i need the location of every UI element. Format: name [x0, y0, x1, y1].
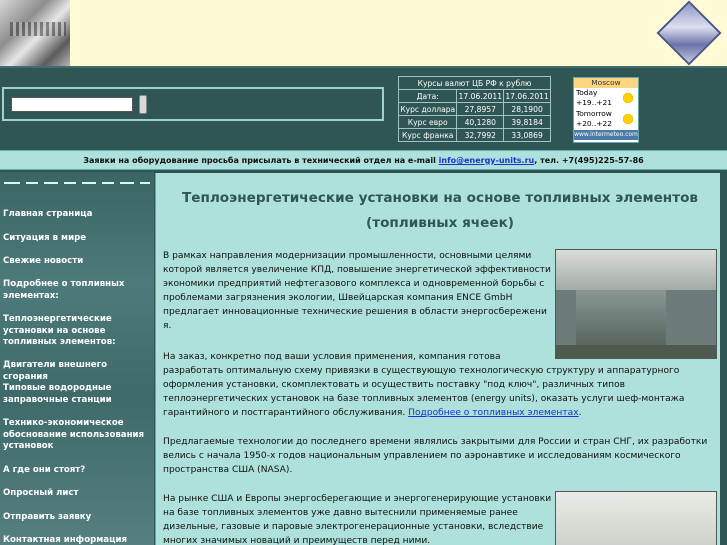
- text-line: я.: [163, 321, 172, 331]
- banner-photo-fuel-cell: [656, 0, 724, 66]
- rate-value-1: 27,8957: [456, 102, 505, 116]
- text-line: Предлагаемые технологии до последнего вр…: [163, 437, 708, 447]
- weather-widget[interactable]: Moscow Today +19..+21 Tomorrow +20..+22 …: [573, 77, 639, 143]
- text-line: На рынке США и Европы энергосберегающие …: [163, 494, 552, 504]
- text-line: на базе топливных элементов уже давно вы…: [163, 508, 518, 518]
- search-box: [2, 87, 384, 121]
- search-input[interactable]: [11, 97, 133, 112]
- rate-row-label: Курс доллара: [397, 102, 458, 116]
- sidebar-item-hydrogen-stations[interactable]: Типовые водородные заправочные станции: [3, 383, 151, 406]
- sidebar-item-send-request[interactable]: Отправить заявку: [3, 512, 151, 524]
- sidebar-item-fuel-cells[interactable]: Подробнее о топливных элементах:: [3, 279, 151, 302]
- rate-row-label: Курс франка: [397, 128, 458, 142]
- rates-title: Курсы валют ЦБ РФ к рублю: [398, 76, 551, 90]
- sidebar-item-external-combustion[interactable]: Двигатели внешнего сгорания: [3, 360, 151, 383]
- rate-row-label: Курс евро: [397, 115, 458, 129]
- rate-value-2: 33,0869: [503, 128, 551, 142]
- sidebar-item-locations[interactable]: А где они стоят?: [3, 465, 151, 477]
- fuel-cell-unit-photo: [555, 249, 717, 359]
- rate-value-2: 28,1900: [503, 102, 551, 116]
- banner-photo-industrial: [0, 0, 70, 66]
- text-line: На заказ, конкретно под ваши условия при…: [163, 352, 501, 362]
- contact-notice: Заявки на оборудование просьба присылать…: [0, 150, 727, 170]
- currency-rates-table: Курсы валют ЦБ РФ к рублю Дата: 17.06.20…: [397, 76, 551, 142]
- search-button[interactable]: [139, 95, 147, 114]
- sidebar-item-home[interactable]: Главная страница: [3, 209, 151, 221]
- page-title-line-1: Теплоэнергетические установки на основе …: [181, 190, 699, 206]
- paragraph-offer: На заказ, конкретно под ваши условия при…: [163, 350, 719, 420]
- page-title: Теплоэнергетические установки на основе …: [156, 186, 720, 236]
- text-line: В рамках направления модернизации промыш…: [163, 251, 532, 261]
- rates-date-2: 17.06.2011: [503, 89, 551, 103]
- top-banner: [0, 0, 727, 68]
- notice-phone: , тел. +7(495)225-57-86: [534, 156, 644, 165]
- rates-date-1: 17.06.2011: [456, 89, 505, 103]
- notice-text: Заявки на оборудование просьба присылать…: [83, 156, 439, 165]
- fuel-cells-more-link[interactable]: Подробнее о топливных элементах: [408, 408, 578, 418]
- text-line: гарантийного и постгарантийного обслужив…: [163, 406, 719, 420]
- text-line: предлагает инновационные технические реш…: [163, 307, 547, 317]
- text-segment: гарантийного и постгарантийного обслужив…: [163, 408, 406, 418]
- sidebar-item-thermal-units[interactable]: Теплоэнергетические установки на основе …: [3, 314, 151, 349]
- sidebar-item-contacts[interactable]: Контактная информация: [3, 535, 151, 545]
- page-title-line-2: (топливных ячеек): [365, 215, 515, 231]
- sidebar-nav: Главная страница Ситуация в мире Свежие …: [0, 172, 154, 545]
- sidebar-item-questionnaire[interactable]: Опросный лист: [3, 488, 151, 500]
- installation-photo: [555, 491, 717, 545]
- paragraph-market: На рынке США и Европы энергосберегающие …: [163, 492, 555, 545]
- weather-tomorrow: Tomorrow +20..+22: [574, 109, 638, 130]
- sidebar-item-world-situation[interactable]: Ситуация в мире: [3, 233, 151, 245]
- weather-city: Moscow: [574, 78, 638, 88]
- notice-email-link[interactable]: info@energy-units.ru: [439, 156, 535, 165]
- text-line: разработать оптимальную схему привязки в…: [163, 366, 680, 376]
- sidebar-item-feasibility[interactable]: Технико-экономическое обоснование исполь…: [3, 418, 151, 453]
- text-line: экономики предприятий нефтегазового комп…: [163, 279, 545, 289]
- paragraph-intro: В рамках направления модернизации промыш…: [163, 249, 555, 333]
- paragraph-technologies: Предлагаемые технологии до последнего вр…: [163, 435, 719, 477]
- weather-today: Today +19..+21: [574, 88, 638, 109]
- rates-date-label: Дата:: [397, 89, 458, 103]
- text-line: пространства США (NASA).: [163, 465, 293, 475]
- weather-site-link[interactable]: www.intermeteo.com: [574, 130, 638, 140]
- main-content: Теплоэнергетические установки на основе …: [155, 173, 723, 545]
- rate-value-1: 40,1280: [456, 115, 505, 129]
- text-line: проблемами загрязнения экологии, Швейцар…: [163, 293, 513, 303]
- text-line: велись с начала 1950-х годов национальны…: [163, 451, 681, 461]
- text-line: многих значимых новаций и преимуществ пе…: [163, 536, 431, 545]
- rate-value-1: 32,7992: [456, 128, 505, 142]
- text-line: теплоэнергетических установок на базе то…: [163, 394, 685, 404]
- text-line: дизельные, газовые и паровые электрогене…: [163, 522, 544, 532]
- text-line: оформления установки, скомплектовать и о…: [163, 380, 626, 390]
- text-segment: .: [578, 408, 582, 418]
- sidebar-decoration: [0, 172, 154, 194]
- text-line: которой является увеличение КПД, повышен…: [163, 265, 551, 275]
- sun-icon: [622, 113, 634, 125]
- sun-icon: [622, 92, 634, 104]
- sidebar-item-news[interactable]: Свежие новости: [3, 256, 151, 268]
- rate-value-2: 39,8184: [503, 115, 551, 129]
